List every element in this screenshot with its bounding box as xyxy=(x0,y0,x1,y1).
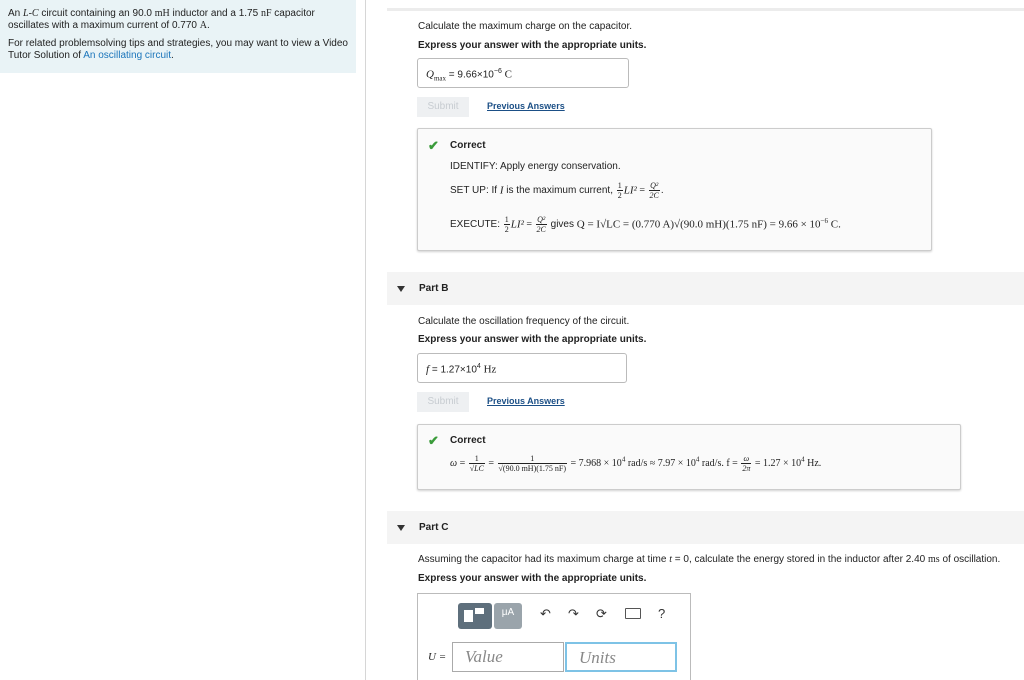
feedback-title: Correct xyxy=(450,140,486,151)
help-icon[interactable]: ? xyxy=(658,606,665,621)
answer-label: U = xyxy=(428,651,447,663)
part-a-submit-button[interactable]: Submit xyxy=(417,97,469,117)
identify-text: IDENTIFY: Apply energy conservation. xyxy=(450,161,621,172)
template-box-icon xyxy=(464,610,473,622)
part-a-question: Calculate the maximum charge on the capa… xyxy=(418,21,632,32)
part-c-instruction: Express your answer with the appropriate… xyxy=(418,573,647,584)
part-b-question: Calculate the oscillation frequency of t… xyxy=(418,316,630,327)
part-c-title: Part C xyxy=(419,522,449,533)
part-c-question: Assuming the capacitor had its maximum c… xyxy=(418,554,1001,565)
units-input[interactable]: Units xyxy=(565,642,677,672)
video-tutor-link[interactable]: An oscillating circuit xyxy=(83,50,171,61)
part-c-answer-editor: μA ↶ ↷ ⟳ ? U = Value Units xyxy=(417,593,691,680)
part-b-previous-answers-link[interactable]: Previous Answers xyxy=(487,396,565,406)
units-icon: μA xyxy=(501,607,515,618)
part-b-submit-button[interactable]: Submit xyxy=(417,392,469,412)
value-input[interactable]: Value xyxy=(452,642,564,672)
problem-text: An L-C circuit containing an 90.0 mH ind… xyxy=(8,8,315,31)
problem-statement-panel: An L-C circuit containing an 90.0 mH ind… xyxy=(0,0,356,73)
top-divider xyxy=(387,8,1024,11)
panel-divider xyxy=(365,0,366,680)
part-a-answer-field[interactable]: Qmax = 9.66×10−6 C xyxy=(417,58,629,88)
part-a-feedback-box: ✔ Correct IDENTIFY: Apply energy conserv… xyxy=(417,128,932,251)
part-b-feedback-box: ✔ Correct ω = 1 √LC = 1 √(90.0 mH)(1.75 nF… xyxy=(417,424,961,490)
part-b-answer-value: 1.27×10 xyxy=(440,364,477,376)
part-b-answer-field[interactable]: f = 1.27×104 Hz xyxy=(417,353,627,383)
part-b-title: Part B xyxy=(419,283,449,294)
part-a-answer-value: 9.66×10 xyxy=(457,69,494,81)
part-b-header[interactable] xyxy=(387,272,1024,305)
redo-icon[interactable]: ↷ xyxy=(568,606,579,622)
check-icon: ✔ xyxy=(428,433,439,448)
collapse-arrow-icon[interactable] xyxy=(397,525,405,531)
reset-icon[interactable]: ⟳ xyxy=(596,606,607,622)
tips-text: For related problemsolving tips and stra… xyxy=(8,38,348,61)
templates-button[interactable] xyxy=(458,603,492,629)
part-a-previous-answers-link[interactable]: Previous Answers xyxy=(487,101,565,111)
keyboard-icon[interactable] xyxy=(625,608,641,619)
feedback-title: Correct xyxy=(450,435,486,446)
collapse-arrow-icon[interactable] xyxy=(397,286,405,292)
part-b-instruction: Express your answer with the appropriate… xyxy=(418,334,647,345)
part-c-header[interactable] xyxy=(387,511,1024,544)
execute-text: EXECUTE: 1 2 LI² = Q² 2C gives Q = I√LC = (… xyxy=(450,215,841,234)
omega-formula: ω = 1 √LC = 1 √(90.0 mH)(1.75 nF) = 7.968 … xyxy=(450,454,822,473)
part-a-instruction: Express your answer with the appropriate… xyxy=(418,40,647,51)
check-icon: ✔ xyxy=(428,138,439,153)
units-button[interactable]: μA xyxy=(494,603,522,629)
undo-icon[interactable]: ↶ xyxy=(540,606,551,622)
setup-text: SET UP: If I is the maximum current, 12L… xyxy=(450,181,664,200)
